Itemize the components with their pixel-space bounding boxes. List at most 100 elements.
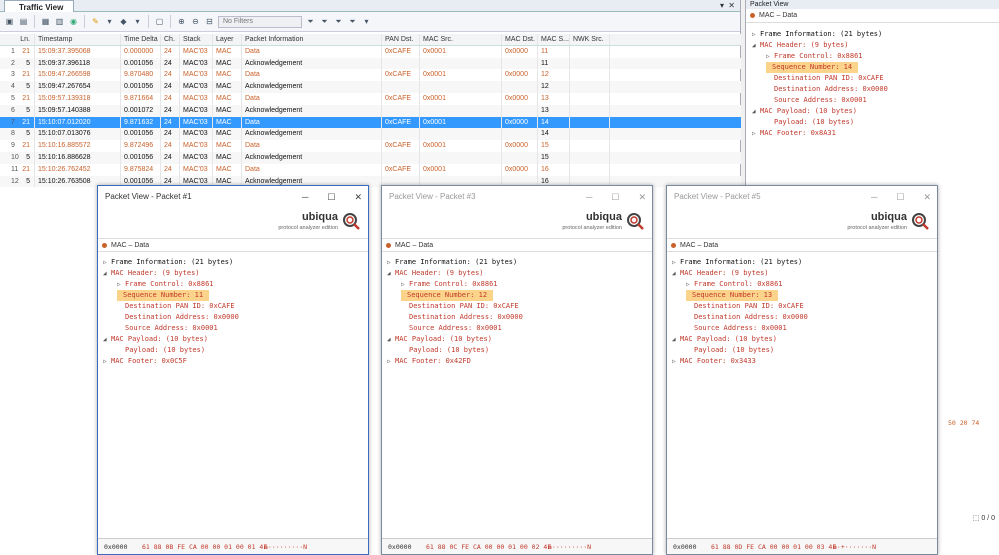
column-header[interactable]: Ln. (0, 34, 35, 45)
tree-node-frame-control[interactable]: ▷ Frame Control: 0x8861 (103, 279, 363, 290)
tree-node-dest-pan[interactable]: Destination PAN ID: 0xCAFE (752, 73, 993, 84)
minimize-icon[interactable]: ─ (871, 186, 877, 208)
tree-node-mac-footer[interactable]: ▷ MAC Footer: 0x3433 (672, 356, 932, 367)
window-title-bar[interactable]: Packet View - Packet #5 ─ ☐ ✕ (667, 186, 937, 208)
bookmark-icon[interactable]: ▢ (154, 16, 165, 27)
collapse-icon[interactable]: ◢ (387, 268, 395, 279)
hex-view[interactable]: 0x0000 61 88 0B FE CA 00 00 01 00 01 4Ea·… (98, 538, 368, 554)
column-header[interactable]: MAC S... (538, 34, 570, 45)
expand-icon[interactable]: ▷ (672, 257, 680, 268)
tree-node-sequence[interactable]: Sequence Number: 11 (103, 290, 363, 301)
tree-node-payload[interactable]: Payload: (10 bytes) (672, 345, 932, 356)
tree-node-dest-addr[interactable]: Destination Address: 0x0000 (103, 312, 363, 323)
tree-node-payload[interactable]: Payload: (10 bytes) (752, 117, 993, 128)
database-icon[interactable]: ◉ (68, 16, 79, 27)
expand-icon[interactable]: ▷ (401, 279, 409, 290)
window-title-bar[interactable]: Packet View - Packet #3 ─ ☐ ✕ (382, 186, 652, 208)
chevron-down-icon[interactable]: ▾ (361, 16, 372, 27)
tab-traffic-view[interactable]: Traffic View (4, 0, 75, 12)
tree-node-frame-info[interactable]: ▷ Frame Information: (21 bytes) (103, 257, 363, 268)
table-row[interactable]: 2 5 15:09:37.396118 0.001056 24 MAC'03 MAC Ackn… (0, 57, 741, 70)
hex-ascii[interactable]: a·········N (548, 539, 591, 554)
column-header[interactable]: Stack (180, 34, 213, 45)
column-header[interactable]: MAC Dst. (502, 34, 538, 45)
tree-node-mac-footer[interactable]: ▷ MAC Footer: 0x8A31 (752, 128, 993, 139)
collapse-icon[interactable]: ◢ (387, 334, 395, 345)
expand-icon[interactable]: ▷ (103, 257, 111, 268)
filter-icon[interactable]: ⏷ (305, 16, 316, 27)
close-icon[interactable]: ✕ (354, 186, 362, 208)
column-header[interactable]: Ch. (161, 34, 180, 45)
tree-node-mac-payload[interactable]: ◢ MAC Payload: (10 bytes) (672, 334, 932, 345)
tree-node-dest-addr[interactable]: Destination Address: 0x0000 (387, 312, 647, 323)
table-row[interactable]: 10 5 15:10:16.886628 0.001056 24 MAC'03 MAC Ack… (0, 151, 741, 164)
column-header[interactable]: Packet Information (242, 34, 382, 45)
hex-bytes[interactable]: 61 88 0C FE CA 00 00 01 00 02 4E (426, 539, 551, 554)
tree-node-dest-pan[interactable]: Destination PAN ID: 0xCAFE (387, 301, 647, 312)
packet-window[interactable]: Packet View - Packet #5 ─ ☐ ✕ ubiqua pro… (666, 185, 938, 555)
tree-node-dest-addr[interactable]: Destination Address: 0x0000 (752, 84, 993, 95)
expand-icon[interactable]: ▷ (387, 257, 395, 268)
collapse-icon[interactable]: ◢ (752, 106, 760, 117)
close-icon[interactable]: ✕ (638, 186, 646, 208)
chevron-down-icon[interactable]: ▾ (104, 16, 115, 27)
tree-node-mac-header[interactable]: ◢ MAC Header: (9 bytes) (672, 268, 932, 279)
tree-node-payload[interactable]: Payload: (10 bytes) (103, 345, 363, 356)
filter-add-icon[interactable]: ⏷ (319, 16, 330, 27)
minimize-icon[interactable]: ─ (302, 186, 308, 208)
table-row[interactable]: 5 21 15:09:57.139318 9.871664 24 MAC'03 MAC Dat… (0, 92, 741, 105)
maximize-icon[interactable]: ☐ (327, 186, 335, 208)
minimize-icon[interactable]: ─ (586, 186, 592, 208)
filter-clear-icon[interactable]: ⏷ (347, 16, 358, 27)
chevron-down-icon[interactable]: ▾ (132, 16, 143, 27)
hex-view[interactable]: 0x0000 61 88 0C FE CA 00 00 01 00 02 4Ea·… (382, 538, 652, 554)
tree-node-mac-footer[interactable]: ▷ MAC Footer: 0x0C5F (103, 356, 363, 367)
expand-icon[interactable]: ▷ (117, 279, 125, 290)
hex-view[interactable]: 0x0000 61 88 0D FE CA 00 00 01 00 03 4Ea·… (667, 538, 937, 554)
tree-node-mac-header[interactable]: ◢ MAC Header: (9 bytes) (752, 40, 993, 51)
print-icon[interactable]: ▥ (54, 16, 65, 27)
filter-edit-icon[interactable]: ⏷ (333, 16, 344, 27)
expand-icon[interactable]: ▷ (752, 29, 760, 40)
tree-node-frame-control[interactable]: ▷ Frame Control: 0x8861 (752, 51, 993, 62)
column-header[interactable]: Layer (213, 34, 242, 45)
window-title-bar[interactable]: Packet View - Packet #1 ─ ☐ ✕ (98, 186, 368, 208)
expand-icon[interactable]: ▷ (766, 51, 774, 62)
table-row[interactable]: 1 21 15:09:37.395068 0.000000 24 MAC'03 MAC Dat… (0, 45, 741, 58)
table-row[interactable]: 3 21 15:09:47.266598 9.870480 24 MAC'03 MAC Dat… (0, 69, 741, 82)
tree-node-sequence[interactable]: Sequence Number: 14 (752, 62, 993, 73)
hex-ascii[interactable]: a·········N (264, 539, 307, 554)
tree-node-mac-payload[interactable]: ◢ MAC Payload: (10 bytes) (752, 106, 993, 117)
tree-node-dest-addr[interactable]: Destination Address: 0x0000 (672, 312, 932, 323)
tree-node-mac-footer[interactable]: ▷ MAC Footer: 0x42FD (387, 356, 647, 367)
filter-input[interactable]: No Filters (218, 15, 302, 28)
export-icon[interactable]: ▦ (40, 16, 51, 27)
tree-node-src-addr[interactable]: Source Address: 0x0001 (672, 323, 932, 334)
expand-icon[interactable]: ▷ (387, 356, 395, 367)
column-header[interactable]: PAN Dst. (382, 34, 420, 45)
maximize-icon[interactable]: ☐ (611, 186, 619, 208)
tree-node-dest-pan[interactable]: Destination PAN ID: 0xCAFE (672, 301, 932, 312)
table-row[interactable]: 6 5 15:09:57.140388 0.001072 24 MAC'03 MAC Ackn… (0, 104, 741, 117)
add-icon[interactable]: ⊕ (176, 16, 187, 27)
column-header[interactable]: MAC Src. (420, 34, 502, 45)
tree-node-mac-payload[interactable]: ◢ MAC Payload: (10 bytes) (387, 334, 647, 345)
packet-window[interactable]: Packet View - Packet #1 ─ ☐ ✕ ubiqua pro… (97, 185, 369, 555)
expand-icon[interactable]: ▷ (686, 279, 694, 290)
color-icon[interactable]: ◆ (118, 16, 129, 27)
tree-node-mac-header[interactable]: ◢ MAC Header: (9 bytes) (387, 268, 647, 279)
tree-node-sequence[interactable]: Sequence Number: 13 (672, 290, 932, 301)
expand-icon[interactable]: ▷ (752, 128, 760, 139)
tree-node-dest-pan[interactable]: Destination PAN ID: 0xCAFE (103, 301, 363, 312)
table-row[interactable]: 4 5 15:09:47.267654 0.001056 24 MAC'03 MAC Ackn… (0, 81, 741, 93)
table-row[interactable]: 8 5 15:10:07.013076 0.001056 24 MAC'03 MAC Ackn… (0, 128, 741, 141)
tree-node-frame-control[interactable]: ▷ Frame Control: 0x8861 (387, 279, 647, 290)
column-header[interactable]: NWK Src. (570, 34, 610, 45)
expand-icon[interactable]: ▷ (103, 356, 111, 367)
table-row[interactable]: 7 21 15:10:07.012020 9.871632 24 MAC'03 MAC Dat… (0, 116, 741, 129)
maximize-icon[interactable]: ☐ (896, 186, 904, 208)
collapse-icon[interactable]: ◢ (672, 334, 680, 345)
tree-node-src-addr[interactable]: Source Address: 0x0001 (752, 95, 993, 106)
tree-node-mac-header[interactable]: ◢ MAC Header: (9 bytes) (103, 268, 363, 279)
collapse-icon[interactable]: ◢ (672, 268, 680, 279)
